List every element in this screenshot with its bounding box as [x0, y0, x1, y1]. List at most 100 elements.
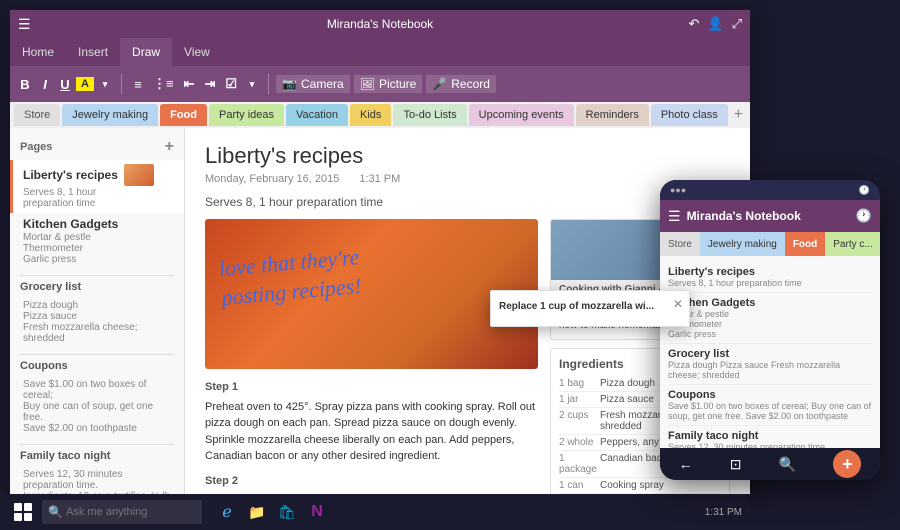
mobile-back-button[interactable]: ←	[679, 456, 693, 472]
grocery-list-section: Grocery list	[20, 275, 174, 293]
pages-label: Pages	[20, 141, 52, 153]
highlight-button[interactable]: A	[76, 77, 94, 91]
store-icon: 🛍	[278, 504, 296, 521]
italic-button[interactable]: I	[36, 75, 54, 94]
mobile-tab-food[interactable]: Food	[785, 232, 825, 256]
content-grid: love that they'reposting recipes! Step 1…	[205, 219, 730, 500]
page-date: Monday, February 16, 2015	[205, 173, 339, 185]
tab-insert[interactable]: Insert	[66, 38, 120, 66]
indent-dec-button[interactable]: ⇤	[180, 74, 199, 94]
page-item-kitchen-gadgets[interactable]: Kitchen Gadgets Mortar & pestleThermomet…	[10, 213, 184, 269]
taskbar-app-onenote[interactable]: N	[304, 499, 330, 525]
taskbar-app-explorer[interactable]: 📁	[244, 499, 270, 525]
recipe-image: love that they'reposting recipes!	[205, 219, 538, 369]
check-chevron[interactable]: ▾	[243, 77, 261, 92]
taskbar-search-input[interactable]	[42, 500, 202, 524]
indent-inc-button[interactable]: ⇥	[201, 74, 220, 94]
user-icon[interactable]: 👤	[707, 16, 723, 32]
text-format-group: B I U A ▾	[16, 75, 114, 94]
sidebar: Pages + Liberty's recipes Serves 8, 1 ho…	[10, 128, 185, 500]
add-section-button[interactable]: +	[730, 106, 747, 124]
underline-button[interactable]: U	[56, 75, 74, 94]
picture-button[interactable]: 🖼 Picture	[354, 75, 423, 93]
mobile-clock-icon: 🕐	[859, 185, 870, 196]
mobile-title-bar: ☰ Miranda's Notebook 🕐	[660, 200, 880, 232]
overlay-close-button[interactable]: ✕	[673, 295, 683, 313]
overlay-panel: ✕ Replace 1 cup of mozzarella wi...	[490, 290, 690, 327]
page-thumb	[124, 164, 154, 186]
section-tab-todo[interactable]: To-do Lists	[393, 104, 466, 126]
add-page-button[interactable]: +	[165, 138, 174, 156]
content-left: love that they'reposting recipes! Step 1…	[205, 219, 538, 500]
sep2	[268, 74, 269, 94]
mobile-page-kitchen[interactable]: Kitchen Gadgets Mortar & pestle Thermome…	[668, 293, 872, 344]
section-tab-vacation[interactable]: Vacation	[286, 104, 348, 126]
mobile-status-bar: ●●● 🕐	[660, 180, 880, 200]
numbered-list-button[interactable]: ⋮≡	[149, 74, 178, 94]
ribbon-tabs: Home Insert Draw View	[10, 38, 750, 66]
mobile-tab-jewelry[interactable]: Jewelry making	[700, 232, 785, 256]
section-tab-food[interactable]: Food	[160, 104, 207, 126]
tab-view[interactable]: View	[172, 38, 222, 66]
main-window: ☰ Miranda's Notebook ↶ 👤 ⤢ Home Insert D…	[10, 10, 750, 500]
mobile-section-tabs: Store Jewelry making Food Party c...	[660, 232, 880, 256]
onenote-icon: N	[311, 503, 323, 521]
mobile-fab-button[interactable]: +	[833, 450, 861, 478]
mobile-page-libertys[interactable]: Liberty's recipes Serves 8, 1 hour prepa…	[668, 262, 872, 293]
mobile-section-grocery: Grocery list Pizza dough Pizza sauce Fre…	[668, 344, 872, 385]
start-button[interactable]	[8, 497, 38, 527]
record-icon: 🎤	[432, 77, 447, 91]
section-tab-upcoming[interactable]: Upcoming events	[469, 104, 574, 126]
mobile-hamburger-icon[interactable]: ☰	[668, 208, 681, 225]
step1: Step 1 Preheat oven to 425°. Spray pizza…	[205, 379, 538, 465]
overlay-panel-text: Replace 1 cup of mozzarella wi...	[499, 299, 681, 314]
search-icon: 🔍	[48, 505, 63, 519]
tab-home[interactable]: Home	[10, 38, 66, 66]
section-tab-reminders[interactable]: Reminders	[576, 104, 649, 126]
handwriting-overlay: love that they'reposting recipes!	[218, 243, 363, 312]
mobile-home-button[interactable]: ⊡	[730, 456, 742, 473]
windows-logo	[14, 503, 32, 521]
section-tab-jewelry[interactable]: Jewelry making	[62, 104, 158, 126]
section-tab-photo[interactable]: Photo class	[651, 104, 728, 126]
checkbox-button[interactable]: ☑	[221, 74, 241, 94]
title-bar-controls: ↶ 👤 ⤢	[689, 16, 743, 32]
page-title: Liberty's recipes	[205, 143, 730, 169]
taskbar-app-edge[interactable]: ℯ	[214, 499, 240, 525]
title-bar-text: Miranda's Notebook	[327, 17, 433, 31]
page-item-coupons[interactable]: Save $1.00 on two boxes of cereal;Buy on…	[10, 374, 184, 438]
mobile-search-button[interactable]: 🔍	[779, 456, 796, 473]
mobile-tab-party[interactable]: Party c...	[825, 232, 880, 256]
mobile-status-left: ●●●	[670, 185, 686, 195]
page-subtitle: Serves 8, 1 hour preparation time	[205, 195, 730, 209]
highlight-chevron[interactable]: ▾	[96, 77, 114, 92]
page-item-title: Liberty's recipes	[23, 164, 174, 186]
taskbar-app-store[interactable]: 🛍	[274, 499, 300, 525]
record-button[interactable]: 🎤 Record	[426, 75, 496, 93]
mobile-tab-store[interactable]: Store	[660, 232, 700, 256]
taskbar-apps: ℯ 📁 🛍 N	[214, 499, 330, 525]
mobile-section-coupons: Coupons Save $1.00 on two boxes of cerea…	[668, 385, 872, 426]
taskbar-time: 1:31 PM	[705, 507, 742, 518]
list-group: ≡ ⋮≡ ⇤ ⇥ ☑ ▾	[129, 74, 261, 94]
bold-button[interactable]: B	[16, 75, 34, 94]
page-item-libertys-recipes[interactable]: Liberty's recipes Serves 8, 1 hourprepar…	[10, 160, 184, 213]
ribbon-toolbar: B I U A ▾ ≡ ⋮≡ ⇤ ⇥ ☑ ▾ 📷 Camera 🖼 Pictur…	[10, 66, 750, 102]
title-bar: ☰ Miranda's Notebook ↶ 👤 ⤢	[10, 10, 750, 38]
section-tab-store[interactable]: Store	[14, 104, 60, 126]
sidebar-header: Pages +	[10, 134, 184, 160]
camera-button[interactable]: 📷 Camera	[276, 75, 350, 93]
section-tab-party[interactable]: Party ideas	[209, 104, 284, 126]
section-tab-kids[interactable]: Kids	[350, 104, 391, 126]
mobile-content: Liberty's recipes Serves 8, 1 hour prepa…	[660, 256, 880, 448]
explorer-icon: 📁	[248, 504, 265, 521]
mobile-clock-btn[interactable]: 🕐	[856, 208, 872, 224]
bullet-list-button[interactable]: ≡	[129, 75, 147, 94]
family-taco-section: Family taco night	[20, 444, 174, 462]
mobile-title: Miranda's Notebook	[687, 209, 850, 223]
expand-icon[interactable]: ⤢	[732, 16, 742, 32]
hamburger-icon[interactable]: ☰	[18, 16, 31, 33]
page-item-grocery[interactable]: Pizza doughPizza sauceFresh mozzarella c…	[10, 295, 184, 348]
tab-draw[interactable]: Draw	[120, 38, 172, 66]
undo-button[interactable]: ↶	[689, 16, 700, 32]
